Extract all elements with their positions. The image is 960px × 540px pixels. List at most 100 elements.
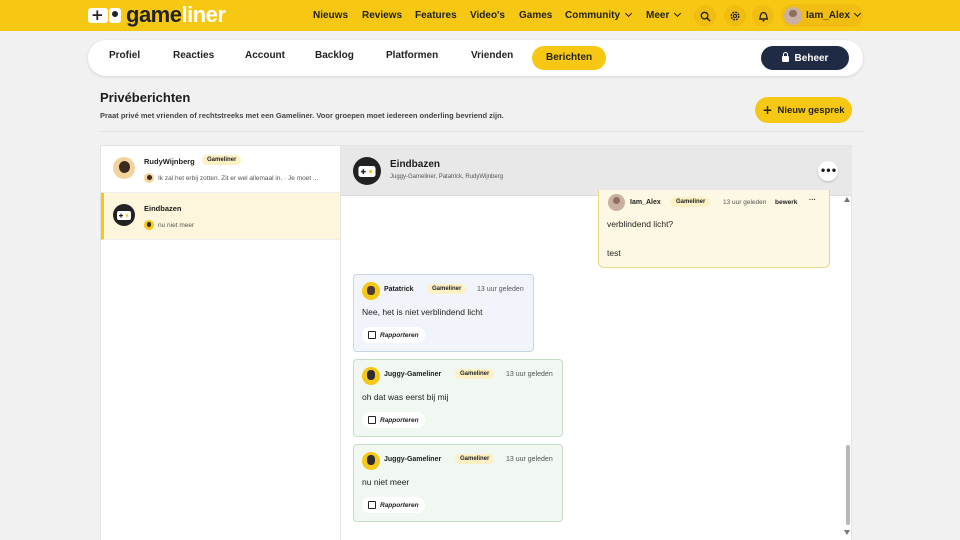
new-conversation-label: Nieuw gesprek [777, 104, 845, 116]
plus-icon: + [762, 103, 773, 117]
edit-link[interactable]: bewerk [775, 199, 797, 206]
report-button[interactable]: Rapporteren [362, 412, 425, 428]
nav-meer[interactable]: Meer [646, 9, 682, 21]
page-title: Privéberichten [100, 90, 191, 105]
message-menu-icon[interactable]: ··· [809, 197, 816, 204]
report-button[interactable]: Rapporteren [362, 327, 425, 343]
tab-berichten[interactable]: Berichten [532, 46, 607, 70]
conversation-name: RudyWijnberg [144, 157, 195, 166]
chevron-down-icon [853, 9, 861, 18]
lock-icon [781, 52, 789, 62]
chat-title: Eindbazen [390, 159, 441, 170]
flag-icon [368, 501, 376, 509]
tab-backlog[interactable]: Backlog [315, 50, 354, 61]
avatar [144, 220, 154, 230]
conversation-list: RudyWijnberg Gameliner Ik zal het erbij … [101, 146, 341, 540]
message-text: nu niet meer [362, 477, 410, 487]
profile-nav: Profiel Reacties Account Backlog Platfor… [88, 40, 863, 76]
message-author: Iam_Alex [630, 199, 661, 206]
tab-profiel[interactable]: Profiel [109, 50, 140, 61]
beheer-button[interactable]: Beheer [761, 46, 849, 70]
report-button[interactable]: Rapporteren [362, 497, 425, 513]
more-options-button[interactable]: ••• [818, 161, 838, 181]
scroll-down-icon[interactable] [844, 530, 850, 535]
beheer-label: Beheer [794, 52, 829, 64]
chevron-down-icon [674, 9, 682, 18]
page-subtitle: Praat privé met vrienden of rechtstreeks… [100, 111, 504, 120]
avatar [362, 452, 380, 470]
report-label: Rapporteren [380, 331, 419, 339]
nav-nieuws[interactable]: Nieuws [313, 10, 348, 21]
gear-icon [730, 11, 740, 21]
message-author: Patatrick [384, 286, 414, 293]
user-name: Iam_Alex [806, 10, 850, 21]
chat-scrollbar[interactable] [843, 197, 851, 535]
search-icon [700, 11, 711, 22]
avatar [144, 173, 154, 183]
message-time: 13 uur geleden [506, 456, 553, 463]
gamepad-icon [117, 210, 131, 220]
gamepad-icon [358, 165, 376, 177]
flag-icon [368, 416, 376, 424]
scroll-thumb[interactable] [846, 445, 850, 525]
search-button[interactable] [694, 5, 716, 27]
nav-community[interactable]: Community [565, 9, 633, 21]
conversation-name: Eindbazen [144, 204, 182, 213]
logo-text-liner: liner [181, 2, 226, 27]
message-text: oh dat was eerst bij mij [362, 392, 449, 402]
top-bar: + gameliner Nieuws Reviews Features Vide… [0, 0, 960, 31]
conversation-preview-text: nu niet meer [158, 221, 195, 229]
message-text: verblindend licht? [607, 219, 674, 229]
scroll-up-icon[interactable] [844, 197, 850, 202]
gameliner-badge: Gameliner [427, 284, 467, 294]
report-label: Rapporteren [380, 501, 419, 509]
avatar [362, 367, 380, 385]
message-time: 13 uur geleden [477, 286, 524, 293]
tab-reacties[interactable]: Reacties [173, 50, 214, 61]
message: Juggy-Gameliner Gameliner 13 uur geleden… [353, 444, 563, 522]
user-menu[interactable]: Iam_Alex [781, 4, 863, 27]
conversation-item-eindbazen[interactable]: Eindbazen nu niet meer [101, 193, 340, 240]
avatar [113, 157, 135, 179]
flag-icon [368, 331, 376, 339]
new-conversation-button[interactable]: + Nieuw gesprek [755, 97, 852, 123]
avatar [608, 194, 625, 211]
chat-header: Eindbazen Juggy-Gameliner, Patatrick, Ru… [341, 146, 852, 196]
report-label: Rapporteren [380, 416, 419, 424]
nav-features[interactable]: Features [415, 10, 457, 21]
message-author: Juggy-Gameliner [384, 456, 442, 463]
message-author: Juggy-Gameliner [384, 371, 442, 378]
nav-reviews[interactable]: Reviews [362, 10, 402, 21]
message: Juggy-Gameliner Gameliner 13 uur geleden… [353, 359, 563, 437]
conversation-preview-text: Ik zal het erbij zotten. Zit er wel alle… [158, 174, 319, 182]
logo-text-game: game [126, 2, 182, 27]
tab-platformen[interactable]: Platformen [386, 50, 438, 61]
tab-vrienden[interactable]: Vrienden [471, 50, 513, 61]
group-avatar [353, 157, 381, 185]
nav-games[interactable]: Games [519, 10, 552, 21]
message: Patatrick Gameliner 13 uur geleden Nee, … [353, 274, 534, 352]
tab-account[interactable]: Account [245, 50, 285, 61]
chevron-down-icon [624, 9, 633, 18]
gameliner-logo[interactable]: + gameliner [88, 2, 226, 27]
gameliner-badge: Gameliner [202, 155, 242, 165]
gameliner-badge: Gameliner [455, 454, 495, 464]
message-text: test [607, 248, 621, 258]
more-icon: ••• [819, 165, 837, 177]
conversation-preview: nu niet meer [144, 220, 194, 230]
gameliner-logo-icon: + [88, 5, 122, 25]
message-time: 13 uur geleden [506, 371, 553, 378]
settings-button[interactable] [724, 5, 746, 27]
avatar [784, 6, 802, 25]
gameliner-badge: Gameliner [455, 369, 495, 379]
message-own: Iam_Alex Gameliner 13 uur geleden bewerk… [598, 190, 830, 268]
nav-videos[interactable]: Video's [470, 10, 505, 21]
group-avatar [113, 204, 135, 226]
nav-community-label: Community [565, 10, 620, 21]
chat-members: Juggy-Gameliner, Patatrick, RudyWijnberg [390, 174, 504, 180]
conversation-preview: Ik zal het erbij zotten. Zit er wel alle… [144, 173, 318, 183]
conversation-item-rudywijnberg[interactable]: RudyWijnberg Gameliner Ik zal het erbij … [101, 146, 340, 193]
notifications-button[interactable] [752, 5, 774, 27]
divider [100, 131, 864, 132]
message-text: Nee, het is niet verblindend licht [362, 307, 483, 317]
